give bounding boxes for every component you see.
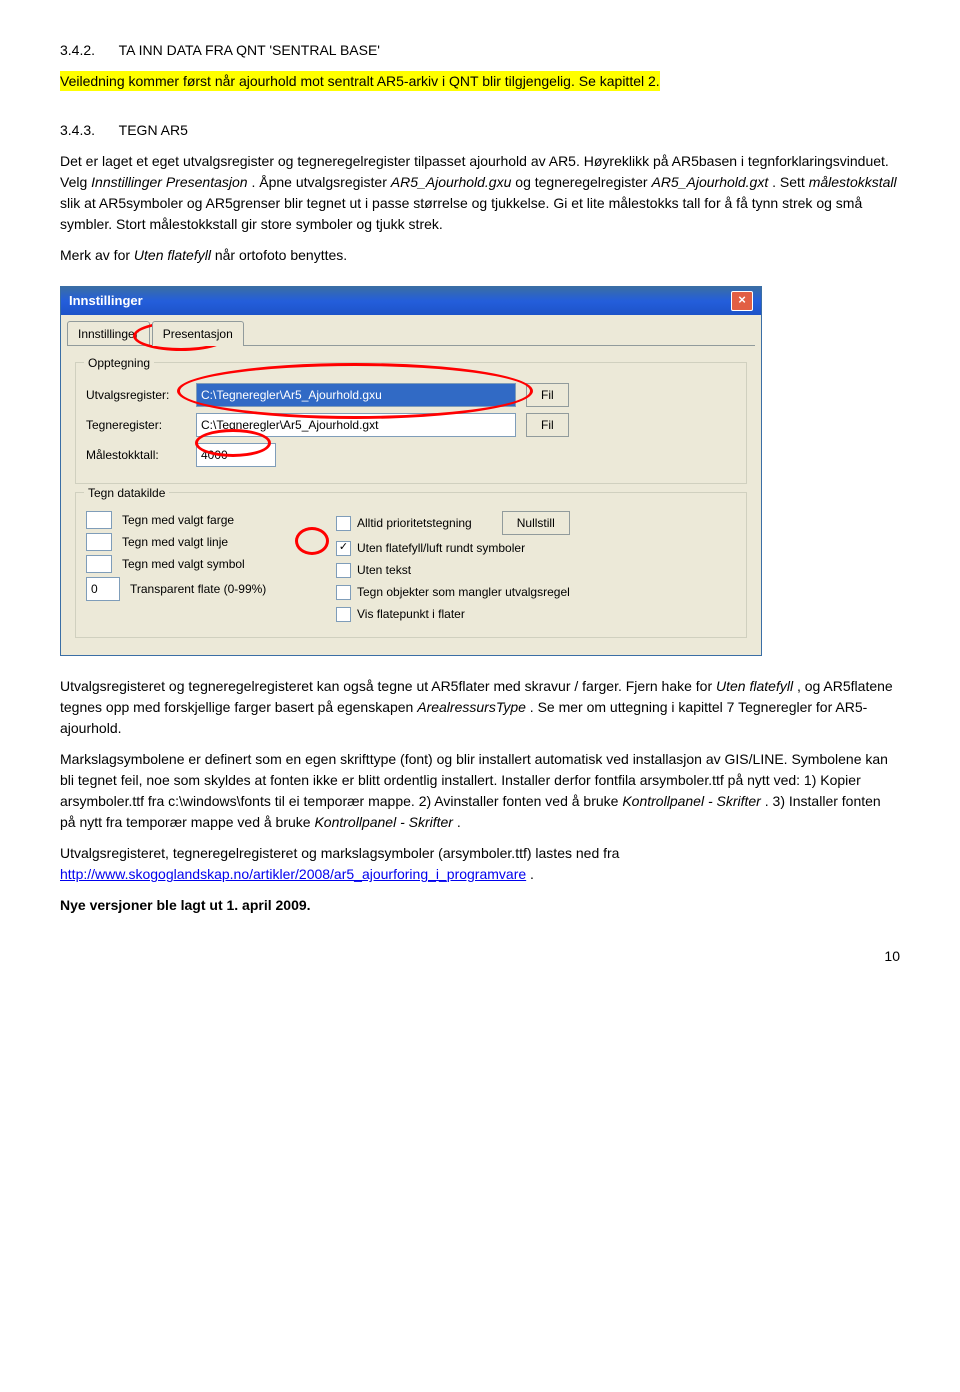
utvalgsregister-label: Utvalgsregister: bbox=[86, 386, 196, 404]
group-tegn-datakilde: Tegn datakilde Tegn med valgt farge Tegn… bbox=[75, 492, 747, 638]
paragraph: Merk av for Uten flatefyll når ortofoto … bbox=[60, 245, 900, 266]
paragraph: Markslagsymbolene er definert som en ege… bbox=[60, 749, 900, 833]
download-link[interactable]: http://www.skogoglandskap.no/artikler/20… bbox=[60, 866, 526, 882]
paragraph: Det er laget et eget utvalgsregister og … bbox=[60, 151, 900, 235]
checkbox-uten-flatefyll[interactable] bbox=[336, 541, 351, 556]
checkbox-vis-flatepunkt[interactable] bbox=[336, 607, 351, 622]
checkbox-uten-tekst[interactable] bbox=[336, 563, 351, 578]
section-title-text: TEGN AR5 bbox=[119, 122, 188, 138]
malestokktall-label: Målestokktall: bbox=[86, 446, 196, 464]
paragraph: Utvalgsregisteret, tegneregelregisteret … bbox=[60, 843, 900, 885]
row-transparent: 0 Transparent flate (0-99%) bbox=[86, 577, 336, 601]
tegneregister-label: Tegneregister: bbox=[86, 416, 196, 434]
group-label: Tegn datakilde bbox=[84, 484, 169, 502]
fil-button[interactable]: Fil bbox=[526, 383, 569, 407]
section-num: 3.4.2. bbox=[60, 40, 95, 61]
malestokktall-input[interactable]: 4000 bbox=[196, 443, 276, 467]
group-opptegning: Opptegning Utvalgsregister: C:\Tegneregl… bbox=[75, 362, 747, 484]
section-343-heading: 3.4.3. TEGN AR5 bbox=[60, 120, 900, 141]
section-title-text: TA INN DATA FRA QNT 'SENTRAL BASE' bbox=[119, 42, 380, 58]
tegneregister-input[interactable]: C:\Tegneregler\Ar5_Ajourhold.gxt bbox=[196, 413, 516, 437]
tab-presentasjon[interactable]: Presentasjon bbox=[152, 321, 244, 346]
paragraph: Utvalgsregisteret og tegneregelregistere… bbox=[60, 676, 900, 739]
group-label: Opptegning bbox=[84, 354, 154, 372]
row-tegn-farge[interactable]: Tegn med valgt farge bbox=[86, 511, 336, 529]
dialog-titlebar: Innstillinger × bbox=[61, 287, 761, 315]
checkbox-mangler-utvalg[interactable] bbox=[336, 585, 351, 600]
symbol-swatch[interactable] bbox=[86, 555, 112, 573]
close-icon[interactable]: × bbox=[731, 291, 753, 311]
row-tegn-linje[interactable]: Tegn med valgt linje bbox=[86, 533, 336, 551]
row-tegn-symbol[interactable]: Tegn med valgt symbol bbox=[86, 555, 336, 573]
paragraph-bold: Nye versjoner ble lagt ut 1. april 2009. bbox=[60, 895, 900, 916]
utvalgsregister-input[interactable]: C:\Tegneregler\Ar5_Ajourhold.gxu bbox=[196, 383, 516, 407]
section-num: 3.4.3. bbox=[60, 120, 95, 141]
section-342-heading: 3.4.2. TA INN DATA FRA QNT 'SENTRAL BASE… bbox=[60, 40, 900, 61]
color-swatch[interactable] bbox=[86, 511, 112, 529]
checkbox-prioritet[interactable] bbox=[336, 516, 351, 531]
highlight-paragraph: Veiledning kommer først når ajourhold mo… bbox=[60, 71, 900, 92]
highlight-text: Veiledning kommer først når ajourhold mo… bbox=[60, 71, 660, 91]
nullstill-button[interactable]: Nullstill bbox=[502, 511, 570, 535]
dialog-title: Innstillinger bbox=[69, 291, 143, 311]
transparent-input[interactable]: 0 bbox=[86, 577, 120, 601]
page-number: 10 bbox=[60, 946, 900, 967]
line-swatch[interactable] bbox=[86, 533, 112, 551]
innstillinger-dialog: Innstillinger × Innstillinger Presentasj… bbox=[60, 286, 762, 656]
tab-innstillinger[interactable]: Innstillinger bbox=[67, 321, 150, 346]
fil-button[interactable]: Fil bbox=[526, 413, 569, 437]
